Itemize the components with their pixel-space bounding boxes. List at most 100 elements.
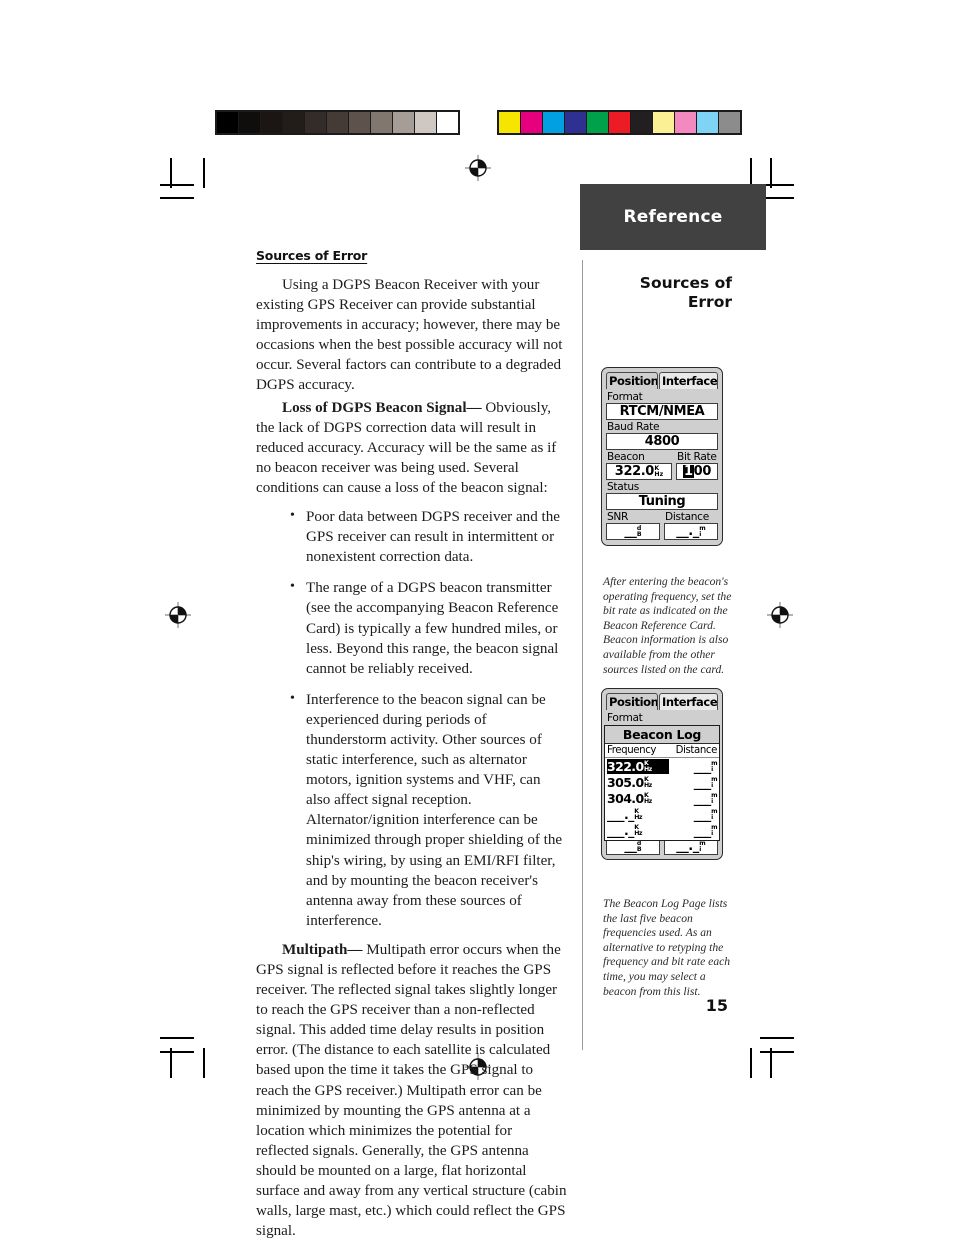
crop-mark-br-horizontal-inner bbox=[760, 1051, 794, 1053]
calibration-swatch bbox=[565, 112, 586, 133]
beacon-log-frequency-cell: 322.0 K Hz bbox=[607, 758, 669, 774]
main-text-column: Sources of Error Using a DGPS Beacon Rec… bbox=[256, 248, 568, 1243]
beacon-log-row[interactable]: 305.0 K Hz ___ m i bbox=[605, 774, 719, 790]
crop-mark-tl-horizontal bbox=[160, 184, 194, 186]
registration-target-top bbox=[465, 155, 491, 181]
printed-page: Reference Sources of Error Using a DGPS … bbox=[0, 0, 954, 1239]
list-item-text: Poor data between DGPS receiver and the … bbox=[306, 509, 560, 566]
calibration-swatch bbox=[437, 112, 458, 133]
list-item: • The range of a DGPS beacon transmitter … bbox=[290, 578, 568, 678]
gps-status-value: Tuning bbox=[638, 494, 686, 509]
beacon-log-frequency-cell: ___._ K Hz bbox=[607, 806, 642, 822]
gps-distance-value: __._ bbox=[676, 839, 699, 854]
gps-baud-label: Baud Rate bbox=[607, 421, 660, 433]
paragraph-loss-of-signal-lead: Loss of DGPS Beacon Signal— bbox=[282, 399, 482, 416]
paragraph-intro: Using a DGPS Beacon Receiver with your e… bbox=[256, 277, 563, 394]
beacon-log-distance-unit-mi: mi bbox=[711, 776, 717, 789]
list-item-text: Interference to the beacon signal can be… bbox=[306, 691, 563, 929]
beacon-log-distance-unit-mi: mi bbox=[711, 792, 717, 805]
gps-beacon-frequency-field[interactable]: 322.0 K Hz bbox=[606, 463, 672, 480]
calibration-swatch bbox=[653, 112, 674, 133]
crop-mark-bl-horizontal bbox=[160, 1037, 194, 1039]
gps-distance-value: __._ bbox=[676, 524, 699, 539]
beacon-log-distance-cell: ___ m i bbox=[693, 822, 718, 838]
column-divider-rule bbox=[582, 260, 583, 1050]
beacon-log-frequency-unit-khz: K Hz bbox=[644, 776, 652, 789]
beacon-log-distance-cell: ___ m i bbox=[693, 790, 718, 806]
beacon-log-row[interactable]: 322.0 K Hz ___ m i bbox=[605, 758, 719, 774]
gps-status-label: Status bbox=[607, 481, 639, 493]
gps-tab-position[interactable]: Position bbox=[606, 372, 658, 389]
section-heading: Sources of Error bbox=[256, 248, 368, 263]
calibration-swatch bbox=[349, 112, 370, 133]
beacon-log-column-headers: Frequency Distance bbox=[605, 744, 719, 758]
gps-snr-unit-db: dB bbox=[636, 839, 642, 853]
gps-screenshot-interface-page: Position Interface Format RTCM/NMEA Baud… bbox=[601, 367, 723, 546]
beacon-log-distance-cell: ___ m i bbox=[693, 758, 718, 774]
beacon-log-popup: Beacon Log Frequency Distance 322.0 K Hz __… bbox=[604, 725, 720, 841]
gps-beacon-bitrate-row: Beacon 322.0 K Hz Bit Rate 1 00 bbox=[606, 450, 718, 480]
gps-tab-position[interactable]: Position bbox=[606, 693, 658, 710]
beacon-log-frequency-unit-khz: K Hz bbox=[644, 792, 652, 805]
chapter-tab-label: Reference bbox=[623, 207, 723, 227]
gps-snr-field: __ d B bbox=[606, 523, 660, 540]
beacon-log-header-frequency: Frequency bbox=[607, 745, 657, 756]
calibration-swatch bbox=[393, 112, 414, 133]
calibration-swatch bbox=[631, 112, 652, 133]
beacon-log-frequency-cell: 305.0 K Hz bbox=[607, 774, 652, 790]
crop-mark-tl-vertical-inner bbox=[203, 158, 205, 188]
sidebar-title: Sources of Error bbox=[639, 274, 732, 311]
gps-distance-label: Distance bbox=[665, 511, 709, 523]
gps-distance-unit-mi: mi bbox=[699, 839, 706, 853]
beacon-log-title: Beacon Log bbox=[605, 726, 719, 744]
gps-format-label: Format bbox=[607, 712, 643, 724]
gps-beacon-label: Beacon bbox=[607, 451, 645, 463]
paragraph-multipath-lead: Multipath— bbox=[282, 941, 363, 958]
gps-baud-field[interactable]: 4800 bbox=[606, 433, 718, 450]
gps-tab-interface[interactable]: Interface bbox=[659, 693, 718, 710]
beacon-log-distance-cell: ___ m i bbox=[693, 774, 718, 790]
beacon-log-row[interactable]: ___._ K Hz ___ m i bbox=[605, 806, 719, 822]
calibration-swatch bbox=[609, 112, 630, 133]
paragraph-multipath-body: Multipath error occurs when the GPS sign… bbox=[256, 941, 567, 1240]
list-item-text: The range of a DGPS beacon transmitter (… bbox=[306, 580, 559, 677]
calibration-swatch bbox=[283, 112, 304, 133]
calibration-swatch bbox=[239, 112, 260, 133]
gps-status-field: Tuning bbox=[606, 493, 718, 510]
beacon-log-distance-unit-mi: mi bbox=[711, 808, 717, 821]
gps-beacon-unit-khz: K Hz bbox=[654, 464, 664, 478]
gps-distance-field: __._ m i bbox=[664, 523, 718, 540]
gps-distance-unit-mi: mi bbox=[699, 524, 706, 538]
calibration-swatch bbox=[697, 112, 718, 133]
gps-snr-value: __ bbox=[624, 839, 637, 854]
color-calibration-bar bbox=[497, 110, 742, 135]
calibration-swatch bbox=[327, 112, 348, 133]
calibration-swatch bbox=[305, 112, 326, 133]
beacon-log-row-container: 322.0 K Hz ___ m i 305.0 K Hz ___ m i 304.0 K Hz ___ m i _… bbox=[605, 758, 719, 838]
beacon-log-frequency-cell: 304.0 K Hz bbox=[607, 790, 652, 806]
gps-screenshot-beacon-log-page: Position Interface Format SNR __dB Dista… bbox=[601, 688, 723, 860]
calibration-swatch bbox=[675, 112, 696, 133]
gps-snr-distance-row: SNR __ d B Distance __._ m i bbox=[606, 510, 718, 540]
gps-snr-label: SNR bbox=[607, 511, 629, 523]
paragraph-loss-of-signal: Loss of DGPS Beacon Signal— Obviously, t… bbox=[256, 398, 568, 498]
crop-mark-bl-horizontal-inner bbox=[160, 1051, 194, 1053]
crop-mark-tl-horizontal-inner bbox=[160, 197, 194, 199]
gps-tab-strip: Position Interface bbox=[606, 372, 718, 389]
gps-tab-interface[interactable]: Interface bbox=[659, 372, 718, 389]
beacon-log-row[interactable]: 304.0 K Hz ___ m i bbox=[605, 790, 719, 806]
beacon-log-row[interactable]: ___._ K Hz ___ m i bbox=[605, 822, 719, 838]
gps-bitrate-remaining-digits: 00 bbox=[693, 464, 712, 479]
calibration-swatch bbox=[415, 112, 436, 133]
gps-baud-value: 4800 bbox=[644, 434, 680, 449]
gps-bitrate-field[interactable]: 1 00 bbox=[676, 463, 718, 480]
calibration-swatch bbox=[261, 112, 282, 133]
calibration-swatch bbox=[521, 112, 542, 133]
crop-mark-br-horizontal bbox=[760, 1037, 794, 1039]
chapter-tab-reference: Reference bbox=[580, 184, 766, 250]
list-item: • Interference to the beacon signal can b… bbox=[290, 690, 568, 931]
gps-beacon-frequency-value: 322.0 bbox=[614, 464, 655, 479]
list-item: • Poor data between DGPS receiver and the… bbox=[290, 507, 568, 567]
calibration-swatch bbox=[499, 112, 520, 133]
gps-format-field[interactable]: RTCM/NMEA bbox=[606, 403, 718, 420]
